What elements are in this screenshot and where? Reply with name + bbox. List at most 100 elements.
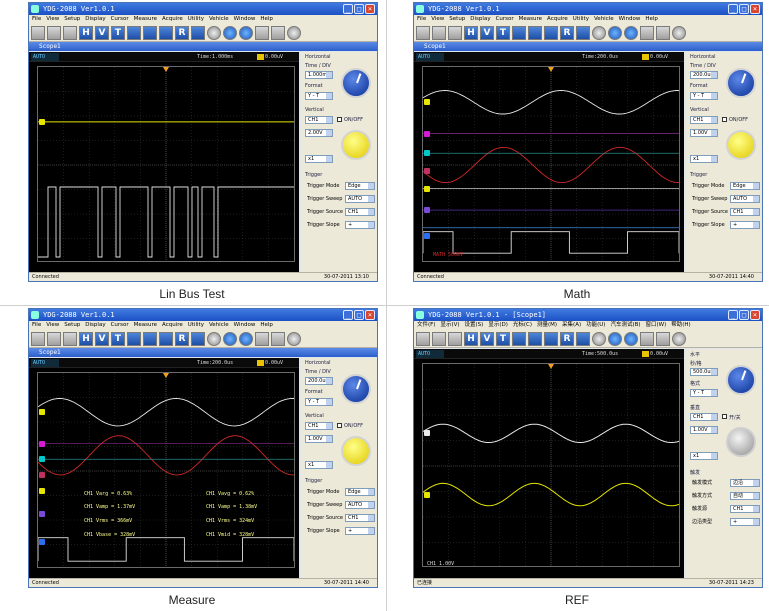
waveform-screen[interactable]: MATH 500mV <box>422 66 680 262</box>
volt-knob[interactable] <box>341 130 371 160</box>
menu-item[interactable]: View <box>46 16 59 22</box>
save-icon[interactable] <box>191 25 205 40</box>
channel-marker[interactable] <box>424 232 430 239</box>
toolbar-t-button[interactable]: T <box>111 331 125 346</box>
menu-item[interactable]: Acquire <box>162 322 183 328</box>
trigger-row-select[interactable]: + <box>345 221 375 229</box>
config-icon[interactable] <box>448 25 462 40</box>
zoom-out-icon[interactable] <box>656 331 670 346</box>
record-icon[interactable] <box>592 331 606 346</box>
menu-item[interactable]: Help <box>645 16 658 22</box>
channel-marker[interactable] <box>39 471 45 478</box>
zoom-out-icon[interactable] <box>271 25 285 40</box>
run-icon[interactable] <box>416 25 430 40</box>
pulse-alt-icon[interactable] <box>143 25 157 40</box>
menu-item[interactable]: Acquire <box>547 16 568 22</box>
toolbar-h-button[interactable]: H <box>464 331 478 346</box>
menu-item[interactable]: 测量(M) <box>537 322 557 328</box>
grid-icon[interactable] <box>544 331 558 346</box>
settings-icon[interactable] <box>672 25 686 40</box>
menu-item[interactable]: Display <box>85 322 105 328</box>
trigger-row-select[interactable]: Edge <box>345 488 375 496</box>
menu-item[interactable]: Setup <box>64 322 80 328</box>
trigger-row-select[interactable]: + <box>730 518 760 526</box>
menu-item[interactable]: Measure <box>134 322 157 328</box>
trigger-position-icon[interactable] <box>163 67 169 72</box>
config-icon[interactable] <box>63 331 77 346</box>
trigger-row-select[interactable]: CH1 <box>345 514 375 522</box>
ref-marker[interactable] <box>424 430 430 437</box>
settings-icon[interactable] <box>287 331 301 346</box>
menu-item[interactable]: Setup <box>64 16 80 22</box>
run-icon[interactable] <box>31 331 45 346</box>
pulse-alt-icon[interactable] <box>143 331 157 346</box>
time-knob[interactable] <box>341 374 371 404</box>
menu-item[interactable]: Display <box>470 16 490 22</box>
trigger-row-select[interactable]: 边沿 <box>730 479 760 487</box>
menu-item[interactable]: Acquire <box>162 16 183 22</box>
menu-item[interactable]: Vehicle <box>594 16 614 22</box>
toolbar-t-button[interactable]: T <box>111 25 125 40</box>
scope-display[interactable]: AUTO Time:500.0us 0.00uV CH1 1.00V <box>414 349 684 580</box>
channel-marker[interactable] <box>39 456 45 463</box>
toolbar-v-button[interactable]: V <box>480 331 494 346</box>
menu-item[interactable]: 光标(C) <box>513 322 532 328</box>
menu-item[interactable]: Measure <box>519 16 542 22</box>
channel-select[interactable]: CH1 <box>690 413 718 421</box>
minimize-icon[interactable]: _ <box>343 4 353 14</box>
save-icon[interactable] <box>191 331 205 346</box>
channel-select[interactable]: CH1 <box>690 116 718 124</box>
menu-item[interactable]: Cursor <box>111 16 129 22</box>
trigger-row-select[interactable]: CH1 <box>730 505 760 513</box>
onoff-checkbox[interactable] <box>722 117 727 122</box>
play-icon[interactable] <box>608 331 622 346</box>
toolbar-r-button[interactable]: R <box>175 331 189 346</box>
print-icon[interactable] <box>47 331 61 346</box>
trigger-row-select[interactable]: AUTO <box>345 195 375 203</box>
menu-item[interactable]: Measure <box>134 16 157 22</box>
format-select[interactable]: Y - T <box>305 398 333 406</box>
zoom-in-icon[interactable] <box>640 25 654 40</box>
trigger-position-icon[interactable] <box>548 67 554 72</box>
toolbar-h-button[interactable]: H <box>79 331 93 346</box>
print-icon[interactable] <box>47 25 61 40</box>
window-title-bar[interactable]: YDG-2088 Ver1.0.1 - [Scope1] _ □ × <box>414 309 762 321</box>
close-icon[interactable]: × <box>365 4 375 14</box>
time-div-select[interactable]: 200.0us <box>305 377 333 385</box>
run-icon[interactable] <box>416 331 430 346</box>
window-title-bar[interactable]: YDG-2088 Ver1.0.1 _ □ × <box>414 3 762 15</box>
config-icon[interactable] <box>448 331 462 346</box>
record-icon[interactable] <box>207 25 221 40</box>
toolbar-t-button[interactable]: T <box>496 25 510 40</box>
toolbar-v-button[interactable]: V <box>480 25 494 40</box>
grid-icon[interactable] <box>544 25 558 40</box>
menu-item[interactable]: Cursor <box>111 322 129 328</box>
trigger-row-select[interactable]: + <box>345 527 375 535</box>
menu-item[interactable]: 帮助(H) <box>671 322 690 328</box>
channel-marker[interactable] <box>424 150 430 157</box>
trigger-row-select[interactable]: Edge <box>345 182 375 190</box>
trigger-position-icon[interactable] <box>163 373 169 378</box>
close-icon[interactable]: × <box>750 310 760 320</box>
maximize-icon[interactable]: □ <box>354 310 364 320</box>
time-knob[interactable] <box>726 68 756 98</box>
menu-item[interactable]: Vehicle <box>209 322 229 328</box>
menu-item[interactable]: Help <box>260 16 273 22</box>
scope-display[interactable]: AUTO Time:200.0us 0.00uV CH1 Varg = 0.63% CH… <box>29 358 299 580</box>
play-icon[interactable] <box>223 25 237 40</box>
channel-marker[interactable] <box>424 167 430 174</box>
menu-item[interactable]: File <box>32 16 41 22</box>
zoom-out-icon[interactable] <box>656 25 670 40</box>
menu-item[interactable]: Utility <box>573 16 589 22</box>
menu-item[interactable]: 设置(S) <box>465 322 484 328</box>
maximize-icon[interactable]: □ <box>739 310 749 320</box>
channel-select[interactable]: CH1 <box>305 422 333 430</box>
menu-item[interactable]: Window <box>234 16 256 22</box>
play-icon[interactable] <box>608 25 622 40</box>
menu-item[interactable]: Window <box>234 322 256 328</box>
onoff-checkbox[interactable] <box>337 117 342 122</box>
maximize-icon[interactable]: □ <box>354 4 364 14</box>
menu-item[interactable]: Utility <box>188 322 204 328</box>
ch1-marker[interactable] <box>39 118 45 125</box>
trigger-position-icon[interactable] <box>548 364 554 369</box>
